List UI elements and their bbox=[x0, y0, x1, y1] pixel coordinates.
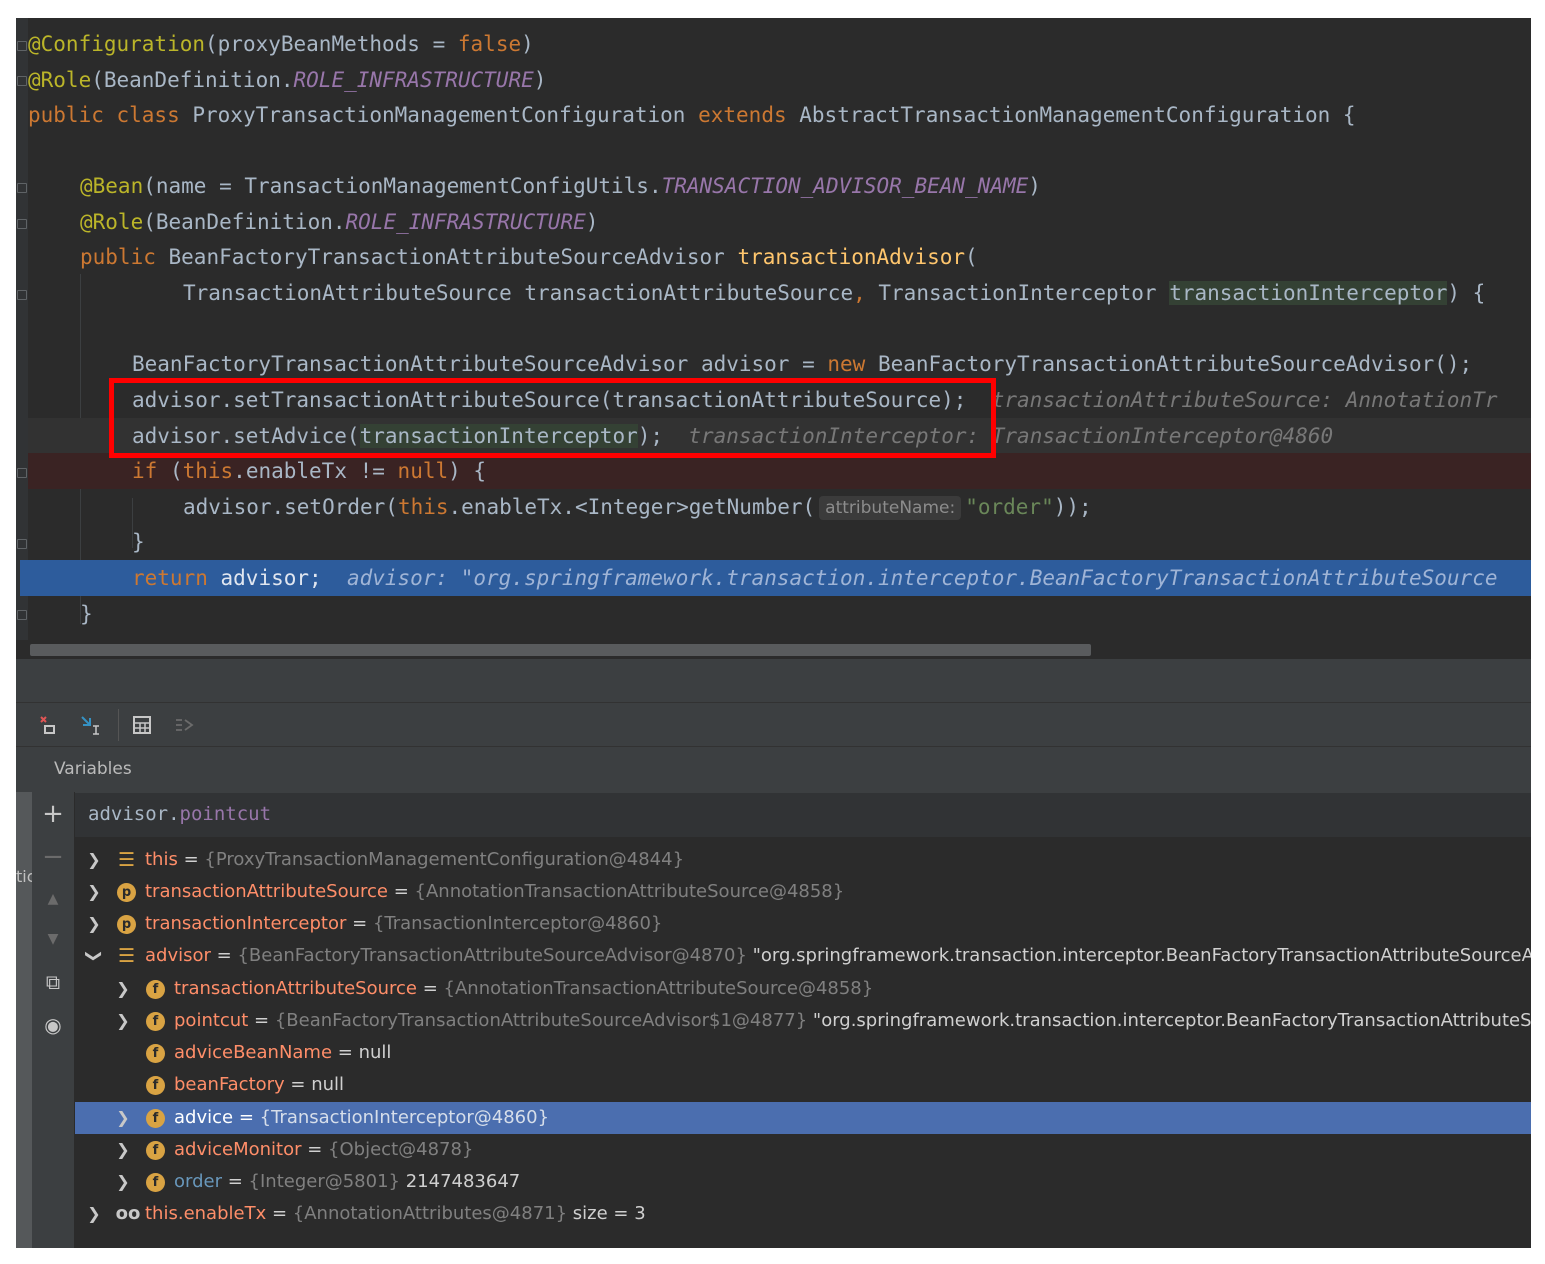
field-row-order[interactable]: ❯ f order = {Integer@5801} 2147483647 bbox=[75, 1166, 1531, 1198]
final-field-icon: f bbox=[146, 1012, 165, 1031]
fold-marker-icon[interactable] bbox=[17, 539, 27, 549]
watch-glasses-icon: oo bbox=[115, 1203, 141, 1224]
object-list-icon: ☰ bbox=[117, 849, 136, 871]
code-line-2: @Role(BeanDefinition.ROLE_INFRASTRUCTURE… bbox=[28, 68, 547, 92]
remove-watch-icon[interactable]: − bbox=[38, 842, 68, 872]
watch-options-icon[interactable]: ◉ bbox=[38, 1010, 68, 1040]
field-icon: f bbox=[146, 1109, 165, 1128]
fold-marker-icon[interactable] bbox=[17, 290, 27, 300]
code-line-6: @Role(BeanDefinition.ROLE_INFRASTRUCTURE… bbox=[80, 210, 599, 234]
code-line-10: BeanFactoryTransactionAttributeSourceAdv… bbox=[132, 352, 1473, 376]
field-row-pointcut[interactable]: ❯ f pointcut = {BeanFactoryTransactionAt… bbox=[75, 1005, 1531, 1037]
field-icon: f bbox=[146, 1173, 165, 1192]
code-line-7: public BeanFactoryTransactionAttributeSo… bbox=[80, 245, 978, 269]
move-down-icon[interactable]: ▼ bbox=[38, 924, 68, 954]
variable-row-advisor[interactable]: ❯ ☰ advisor = {BeanFactoryTransactionAtt… bbox=[75, 940, 1531, 972]
fold-marker-icon[interactable] bbox=[17, 610, 27, 620]
variables-title: Variables bbox=[54, 759, 132, 779]
expand-chevron-icon[interactable]: ❯ bbox=[116, 1166, 130, 1198]
ide-window: @Configuration(proxyBeanMethods = false)… bbox=[16, 18, 1531, 1248]
frames-panel-edge: tic bbox=[16, 792, 32, 1248]
highlight-annotation-box bbox=[109, 378, 996, 458]
field-icon: f bbox=[146, 980, 165, 999]
field-row-adviceMonitor[interactable]: ❯ f adviceMonitor = {Object@4878} bbox=[75, 1134, 1531, 1166]
parameter-hint: attributeName: bbox=[819, 496, 962, 520]
object-list-icon: ☰ bbox=[117, 945, 136, 967]
debugger-toolbar bbox=[16, 702, 1531, 747]
field-row-advice-selected[interactable]: ❯ f advice = {TransactionInterceptor@486… bbox=[75, 1102, 1531, 1134]
expand-chevron-icon[interactable]: ❯ bbox=[87, 1198, 101, 1230]
variables-tree: ❯ ☰ this = {ProxyTransactionManagementCo… bbox=[75, 840, 1531, 1248]
horizontal-scrollbar-thumb[interactable] bbox=[30, 644, 1091, 656]
field-row-beanFactory[interactable]: f beanFactory = null bbox=[75, 1069, 1531, 1101]
field-icon: f bbox=[146, 1044, 165, 1063]
code-line-15: } bbox=[132, 530, 145, 554]
expand-chevron-icon[interactable]: ❯ bbox=[116, 1134, 130, 1166]
variable-row-this[interactable]: ❯ ☰ this = {ProxyTransactionManagementCo… bbox=[75, 844, 1531, 876]
evaluate-expression-icon[interactable] bbox=[128, 711, 156, 739]
code-line-13: if (this.enableTx != null) { bbox=[28, 453, 1531, 489]
restore-frame-icon[interactable] bbox=[34, 711, 62, 739]
move-up-icon[interactable]: ▲ bbox=[38, 884, 68, 914]
copy-icon[interactable]: ⧉ bbox=[38, 967, 68, 997]
expand-chevron-icon[interactable]: ❯ bbox=[87, 844, 101, 876]
add-watch-icon[interactable]: + bbox=[38, 799, 68, 829]
execution-point-line: return advisor; advisor: "org.springfram… bbox=[20, 560, 1531, 596]
field-icon: f bbox=[146, 1076, 165, 1095]
variable-row-transactionInterceptor[interactable]: ❯ p transactionInterceptor = {Transactio… bbox=[75, 908, 1531, 940]
force-step-icon[interactable] bbox=[76, 711, 104, 739]
code-line-17: } bbox=[80, 602, 93, 626]
code-line-1: @Configuration(proxyBeanMethods = false) bbox=[28, 32, 534, 56]
variable-row-enableTx[interactable]: ❯ oo this.enableTx = {AnnotationAttribut… bbox=[75, 1198, 1531, 1230]
toolbar-separator bbox=[118, 709, 119, 741]
code-editor[interactable]: @Configuration(proxyBeanMethods = false)… bbox=[16, 18, 1531, 658]
code-line-3: public class ProxyTransactionManagementC… bbox=[28, 103, 1356, 127]
code-line-5: @Bean(name = TransactionManagementConfig… bbox=[80, 174, 1041, 198]
fold-marker-icon[interactable] bbox=[17, 219, 27, 229]
collapse-chevron-icon[interactable]: ❯ bbox=[78, 949, 110, 963]
debugger-tab-bar bbox=[16, 658, 1531, 703]
watch-expression[interactable]: advisor.pointcut bbox=[88, 803, 271, 825]
expand-chevron-icon[interactable]: ❯ bbox=[116, 973, 130, 1005]
parameter-icon: p bbox=[117, 883, 136, 902]
parameter-icon: p bbox=[117, 915, 136, 934]
field-row-transactionAttributeSource[interactable]: ❯ f transactionAttributeSource = {Annota… bbox=[75, 973, 1531, 1005]
field-row-adviceBeanName[interactable]: f adviceBeanName = null bbox=[75, 1037, 1531, 1069]
fold-marker-icon[interactable] bbox=[17, 183, 27, 193]
expand-chevron-icon[interactable]: ❯ bbox=[116, 1005, 130, 1037]
expand-chevron-icon[interactable]: ❯ bbox=[87, 908, 101, 940]
variables-header: Variables bbox=[16, 746, 1531, 794]
fold-marker-icon[interactable] bbox=[17, 76, 27, 86]
code-line-8: TransactionAttributeSource transactionAt… bbox=[183, 281, 1486, 305]
watch-expression-row[interactable]: advisor.pointcut bbox=[75, 793, 1531, 838]
expand-chevron-icon[interactable]: ❯ bbox=[87, 876, 101, 908]
field-icon: f bbox=[146, 1141, 165, 1160]
fold-marker-icon[interactable] bbox=[17, 468, 27, 478]
trace-stream-icon[interactable] bbox=[170, 711, 198, 739]
fold-marker-icon[interactable] bbox=[17, 41, 27, 51]
code-line-14: advisor.setOrder(this.enableTx.<Integer>… bbox=[183, 495, 1092, 520]
variable-row-transactionAttributeSource[interactable]: ❯ p transactionAttributeSource = {Annota… bbox=[75, 876, 1531, 908]
expand-chevron-icon[interactable]: ❯ bbox=[116, 1102, 130, 1134]
